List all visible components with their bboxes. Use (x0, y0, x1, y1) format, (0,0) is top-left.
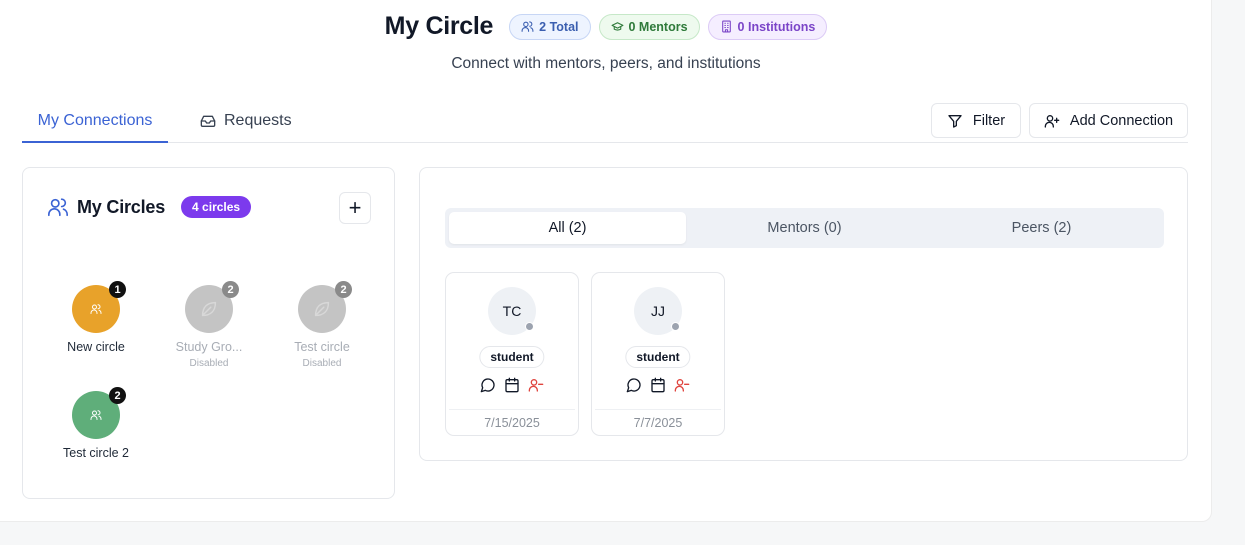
remove-user-icon[interactable] (528, 377, 544, 393)
circle-status: Disabled (189, 358, 229, 369)
page-subtitle: Connect with mentors, peers, and institu… (451, 55, 761, 72)
circles-count-badge: 4 circles (181, 196, 252, 218)
circle-name: Test circle (294, 340, 350, 354)
filter-tab-all[interactable]: All (2) (449, 212, 686, 244)
connection-card[interactable]: JJ student 7/7/2025 (591, 272, 725, 436)
role-badge: student (625, 346, 691, 368)
tab-my-connections[interactable]: My Connections (22, 100, 168, 143)
remove-user-icon[interactable] (674, 377, 690, 393)
institutions-badge: 0 Institutions (707, 13, 828, 40)
status-dot (671, 322, 680, 331)
filter-tab-peers[interactable]: Peers (2) (923, 212, 1160, 244)
leaf-icon (201, 301, 217, 317)
graduation-cap-icon (611, 22, 623, 31)
institutions-badge-label: 0 Institutions (737, 19, 816, 34)
page-header: My Circle 2 Total 0 Mentors 0 Institutio… (0, 12, 1212, 41)
total-badge: 2 Total (509, 13, 591, 40)
circle-item[interactable]: 1 New circle (46, 281, 146, 354)
role-badge: student (479, 346, 545, 368)
mentors-badge: 0 Mentors (598, 13, 700, 40)
circle-member-count: 2 (222, 281, 239, 298)
filter-tab-mentors[interactable]: Mentors (0) (686, 212, 923, 244)
inbox-icon (200, 115, 216, 127)
circle-name: Test circle 2 (63, 446, 129, 460)
page-title: My Circle (384, 12, 494, 40)
filter-button[interactable]: Filter (931, 103, 1021, 138)
circle-item[interactable]: 2 Test circle 2 (46, 387, 146, 460)
plus-icon: + (348, 195, 362, 220)
connection-actions (446, 377, 578, 393)
building-icon (721, 20, 731, 33)
connection-card[interactable]: TC student 7/15/2025 (445, 272, 579, 436)
tab-my-connections-label: My Connections (37, 111, 153, 129)
users-icon (90, 304, 102, 314)
message-icon[interactable] (480, 377, 496, 393)
filter-icon (948, 114, 962, 128)
circle-item: 2 Study Gro... Disabled (159, 281, 259, 369)
circle-member-count: 1 (109, 281, 126, 298)
connections-card: All (2) Mentors (0) Peers (2) TC student… (419, 167, 1188, 461)
circle-avatar: 2 (185, 281, 239, 333)
circle-status: Disabled (302, 358, 342, 369)
circle-name: New circle (67, 340, 125, 354)
total-badge-label: 2 Total (539, 19, 579, 34)
circle-avatar: 1 (72, 281, 126, 333)
avatar-initials: JJ (651, 303, 665, 319)
calendar-icon[interactable] (650, 377, 666, 393)
my-circles-title: My Circles (77, 196, 166, 217)
connection-actions (592, 377, 724, 393)
circle-member-count: 2 (335, 281, 352, 298)
tab-requests[interactable]: Requests (200, 100, 292, 142)
leaf-icon (314, 301, 330, 317)
user-plus-icon (1044, 114, 1060, 128)
my-circles-header: My Circles 4 circles (47, 196, 252, 218)
calendar-icon[interactable] (504, 377, 520, 393)
connection-date: 7/7/2025 (595, 409, 721, 435)
connection-date: 7/15/2025 (449, 409, 575, 435)
my-circles-card: My Circles 4 circles + 1 New circle 2 St… (22, 167, 395, 499)
add-connection-button[interactable]: Add Connection (1029, 103, 1188, 138)
circle-member-count: 2 (109, 387, 126, 404)
avatar: TC (488, 287, 536, 335)
add-circle-button[interactable]: + (339, 192, 371, 224)
circle-avatar: 2 (72, 387, 126, 439)
mentors-badge-label: 0 Mentors (628, 19, 688, 34)
circle-name: Study Gro... (175, 340, 243, 354)
main-panel: My Circle 2 Total 0 Mentors 0 Institutio… (0, 0, 1212, 522)
avatar-initials: TC (502, 303, 522, 319)
circle-item: 2 Test circle Disabled (272, 281, 372, 369)
add-connection-button-label: Add Connection (1069, 112, 1174, 129)
tab-requests-label: Requests (224, 112, 292, 129)
avatar: JJ (634, 287, 682, 335)
connection-filter-tabs: All (2) Mentors (0) Peers (2) (445, 208, 1164, 248)
message-icon[interactable] (626, 377, 642, 393)
filter-button-label: Filter (972, 112, 1006, 129)
users-icon (90, 410, 102, 420)
status-dot (525, 322, 534, 331)
circle-avatar: 2 (298, 281, 352, 333)
users-icon (48, 198, 68, 217)
users-icon (521, 21, 534, 32)
